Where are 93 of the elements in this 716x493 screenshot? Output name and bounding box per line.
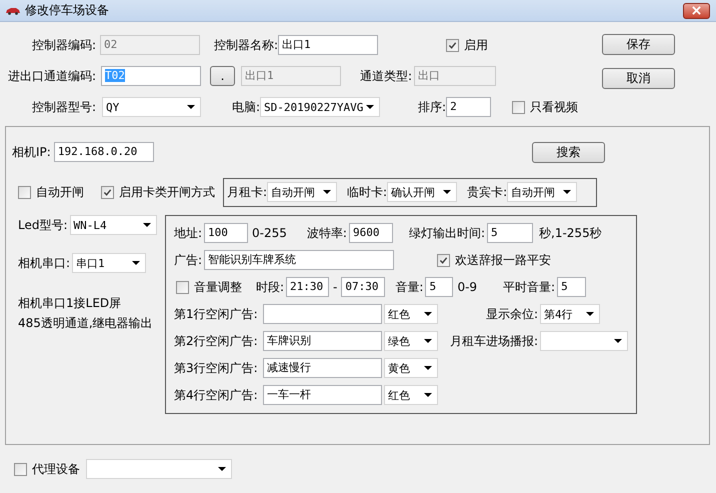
field-label: 相机IP:: [12, 144, 51, 160]
camera-ip-field[interactable]: 192.168.0.20: [54, 142, 154, 162]
check-icon: [439, 256, 448, 264]
remaining-display-dropdown[interactable]: 第4行: [540, 304, 600, 324]
field-label: 音量:: [395, 278, 424, 296]
browse-button[interactable]: .: [210, 66, 235, 86]
light-output-time-field[interactable]: 5: [487, 223, 534, 243]
farewell-checkbox[interactable]: 欢送辞报一路平安: [437, 252, 552, 268]
idle-ad-field[interactable]: 减速慢行: [263, 358, 382, 378]
caret-icon: [323, 190, 332, 194]
caret-icon: [586, 312, 594, 316]
field-label: 0-9: [457, 280, 478, 294]
caret-icon: [218, 467, 226, 471]
video-only-checkbox[interactable]: 只看视频: [512, 98, 578, 116]
controller-name-field[interactable]: 出口1: [278, 35, 378, 55]
field-label: 时段:: [256, 278, 284, 296]
card-mode-dropdown[interactable]: 确认开闸: [387, 182, 458, 202]
field-label: 相机串口:: [18, 254, 70, 272]
proxy-dropdown[interactable]: [86, 459, 232, 479]
field-label: 显示余位:: [486, 306, 538, 322]
volume-field[interactable]: 5: [425, 277, 454, 297]
caret-icon: [132, 261, 140, 265]
caret-icon: [563, 190, 572, 194]
field-label: 第1行空闲广告:: [174, 306, 259, 322]
text-color-dropdown[interactable]: 绿色: [384, 331, 438, 351]
note-text: 相机串口1接LED屏: [18, 295, 122, 312]
proxy-checkbox[interactable]: 代理设备: [14, 460, 80, 478]
caret-icon: [424, 312, 432, 316]
field-label: 临时卡:: [347, 184, 388, 200]
search-button[interactable]: 搜索: [532, 142, 605, 162]
caret-icon: [443, 190, 452, 194]
check-icon: [103, 188, 112, 196]
field-label: 排序:: [418, 98, 446, 116]
caret-icon: [187, 105, 195, 109]
field-label: 第2行空闲广告:: [174, 332, 259, 350]
field-label: 0-255: [252, 226, 287, 240]
idle-ad-field[interactable]: 一车一杆: [263, 385, 382, 405]
cancel-button[interactable]: 取消: [602, 68, 675, 89]
field-label: 第4行空闲广告:: [174, 386, 259, 404]
field-label: 波特率:: [306, 224, 347, 242]
idle-ad-field[interactable]: [263, 304, 382, 324]
field-label: 进出口通道编码:: [6, 68, 97, 84]
card-mode-checkbox[interactable]: 启用卡类开闸方式: [101, 184, 215, 200]
caret-icon: [424, 339, 432, 343]
field-label: 平时音量:: [503, 278, 556, 296]
field-label: 控制器名称:: [214, 36, 278, 54]
camera-port-dropdown[interactable]: 串口1: [72, 253, 146, 273]
idle-ad-field[interactable]: 车牌识别: [263, 331, 382, 351]
field-label: 第3行空闲广告:: [174, 360, 259, 376]
caret-icon: [424, 366, 432, 370]
field-label: 月租卡:: [227, 184, 268, 200]
field-label: 月租车进场播报:: [450, 332, 538, 350]
controller-model-dropdown[interactable]: QY: [102, 97, 201, 117]
auto-open-checkbox[interactable]: 自动开闸: [18, 184, 84, 200]
address-field[interactable]: 100: [204, 223, 248, 243]
field-label: 贵宾卡:: [467, 184, 508, 200]
caret-icon: [366, 105, 374, 109]
card-mode-dropdown[interactable]: 自动开闸: [507, 182, 578, 202]
window-title: 修改停车场设备: [25, 2, 109, 19]
start-time-field[interactable]: 21:30: [286, 277, 330, 297]
field-label: 控制器型号:: [30, 98, 97, 116]
baud-rate-field[interactable]: 9600: [348, 223, 393, 243]
end-time-field[interactable]: 07:30: [341, 277, 386, 297]
note-text: 485透明通道,继电器输出: [18, 315, 154, 332]
normal-volume-field[interactable]: 5: [557, 277, 586, 297]
text-color-dropdown[interactable]: 黄色: [384, 358, 438, 378]
caret-icon: [614, 339, 622, 343]
text-color-dropdown[interactable]: 红色: [384, 304, 438, 324]
field-label: 地址:: [174, 224, 202, 242]
field-label: -: [333, 280, 338, 294]
field-label: 电脑:: [232, 98, 260, 116]
check-icon: [448, 40, 458, 50]
close-button[interactable]: [683, 2, 710, 18]
save-button[interactable]: 保存: [602, 34, 675, 55]
caret-icon: [142, 223, 151, 227]
monthly-broadcast-dropdown[interactable]: [540, 331, 628, 351]
computer-dropdown[interactable]: SD-20190227YAVG: [260, 97, 380, 117]
close-icon: [692, 6, 701, 15]
text-color-dropdown[interactable]: 红色: [384, 385, 438, 405]
field-label: 秒,1-255秒: [539, 224, 602, 242]
car-icon: [5, 6, 21, 14]
field-label: 广告:: [174, 252, 202, 268]
field-label: 绿灯输出时间:: [408, 224, 486, 242]
enable-checkbox[interactable]: 启用: [446, 36, 488, 54]
field-label: 控制器编码:: [30, 36, 97, 54]
volume-adjust-checkbox[interactable]: 音量调整: [176, 278, 242, 296]
led-model-dropdown[interactable]: WN-L4: [70, 215, 157, 235]
field-label: 通道类型:: [360, 68, 412, 84]
field-label: Led型号:: [18, 216, 68, 234]
order-field[interactable]: 2: [446, 97, 492, 117]
card-mode-dropdown[interactable]: 自动开闸: [267, 182, 338, 202]
ad-field[interactable]: 智能识别车牌系统: [204, 250, 394, 270]
caret-icon: [424, 393, 432, 397]
